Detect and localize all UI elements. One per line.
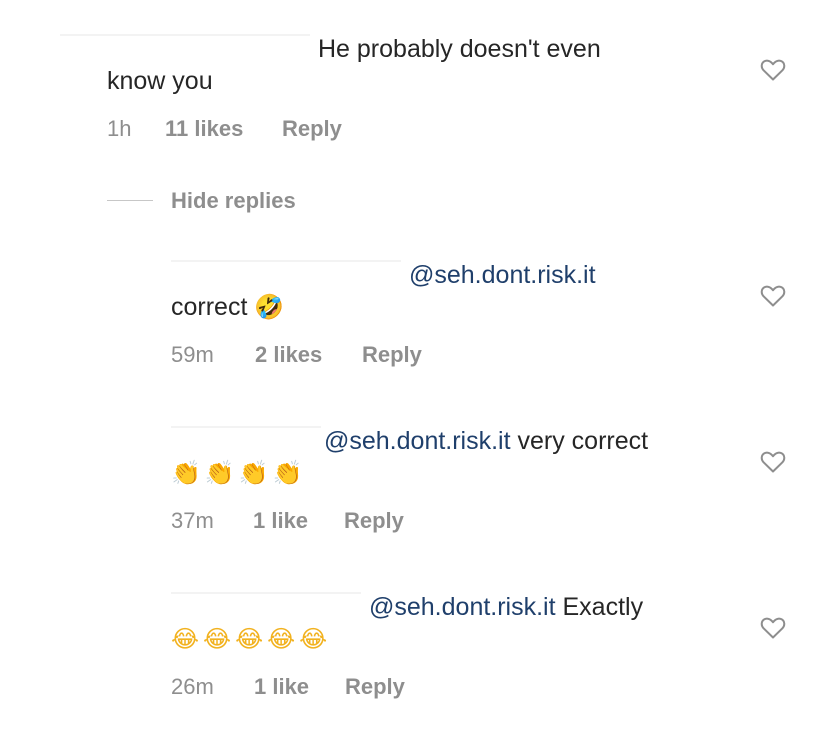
reply-text: Exactly [555,593,644,621]
reply-time: 37m [171,508,214,533]
mention-link[interactable]: @seh.dont.risk.it [324,427,511,455]
redacted-username [171,426,321,428]
likes-count[interactable]: 2 likes [255,342,322,368]
likes-count[interactable]: 1 like [253,508,308,534]
comment-text-line2: know you [107,67,213,95]
reply-text-line1: @seh.dont.risk.it very correct [324,426,648,456]
emoji: 😂😂😂😂😂 [171,625,332,653]
reply-meta: 26m 1 like Reply [171,674,471,700]
reply-text-line1: @seh.dont.risk.it Exactly [369,592,643,622]
reply-time: 59m [171,342,214,367]
reply-button[interactable]: Reply [344,508,404,534]
likes-count[interactable]: 11 likes [165,116,243,142]
mention-link[interactable]: @seh.dont.risk.it [409,261,596,289]
reply-meta: 59m 2 likes Reply [171,342,471,368]
reply-text-line1: @seh.dont.risk.it [409,260,596,290]
comment-time: 1h [107,116,132,141]
comment-meta: 1h 11 likes Reply [107,116,407,142]
mention-link[interactable]: @seh.dont.risk.it [369,593,556,621]
heart-icon[interactable] [760,58,786,82]
heart-icon[interactable] [760,284,786,308]
comment-text-line1: He probably doesn't even [318,35,601,63]
emoji: 🤣 [254,293,289,321]
reply-time: 26m [171,674,214,699]
hide-replies-button[interactable]: Hide replies [171,188,296,214]
heart-icon[interactable] [760,450,786,474]
reply-text: correct [171,293,248,321]
redacted-username [171,260,401,262]
reply-text-line2: correct 🤣 [171,292,288,322]
reply-text-line2: 😂😂😂😂😂 [171,624,331,654]
reply-text: very correct [510,427,649,455]
redacted-username [60,34,310,36]
reply-text-line2: 👏👏👏👏 [171,458,307,488]
reply-meta: 37m 1 like Reply [171,508,471,534]
emoji: 👏👏👏👏 [171,459,307,487]
reply-button[interactable]: Reply [362,342,422,368]
heart-icon[interactable] [760,616,786,640]
redacted-username [171,592,361,594]
reply-button[interactable]: Reply [345,674,405,700]
reply-button[interactable]: Reply [282,116,342,142]
likes-count[interactable]: 1 like [254,674,309,700]
replies-divider [107,200,153,201]
